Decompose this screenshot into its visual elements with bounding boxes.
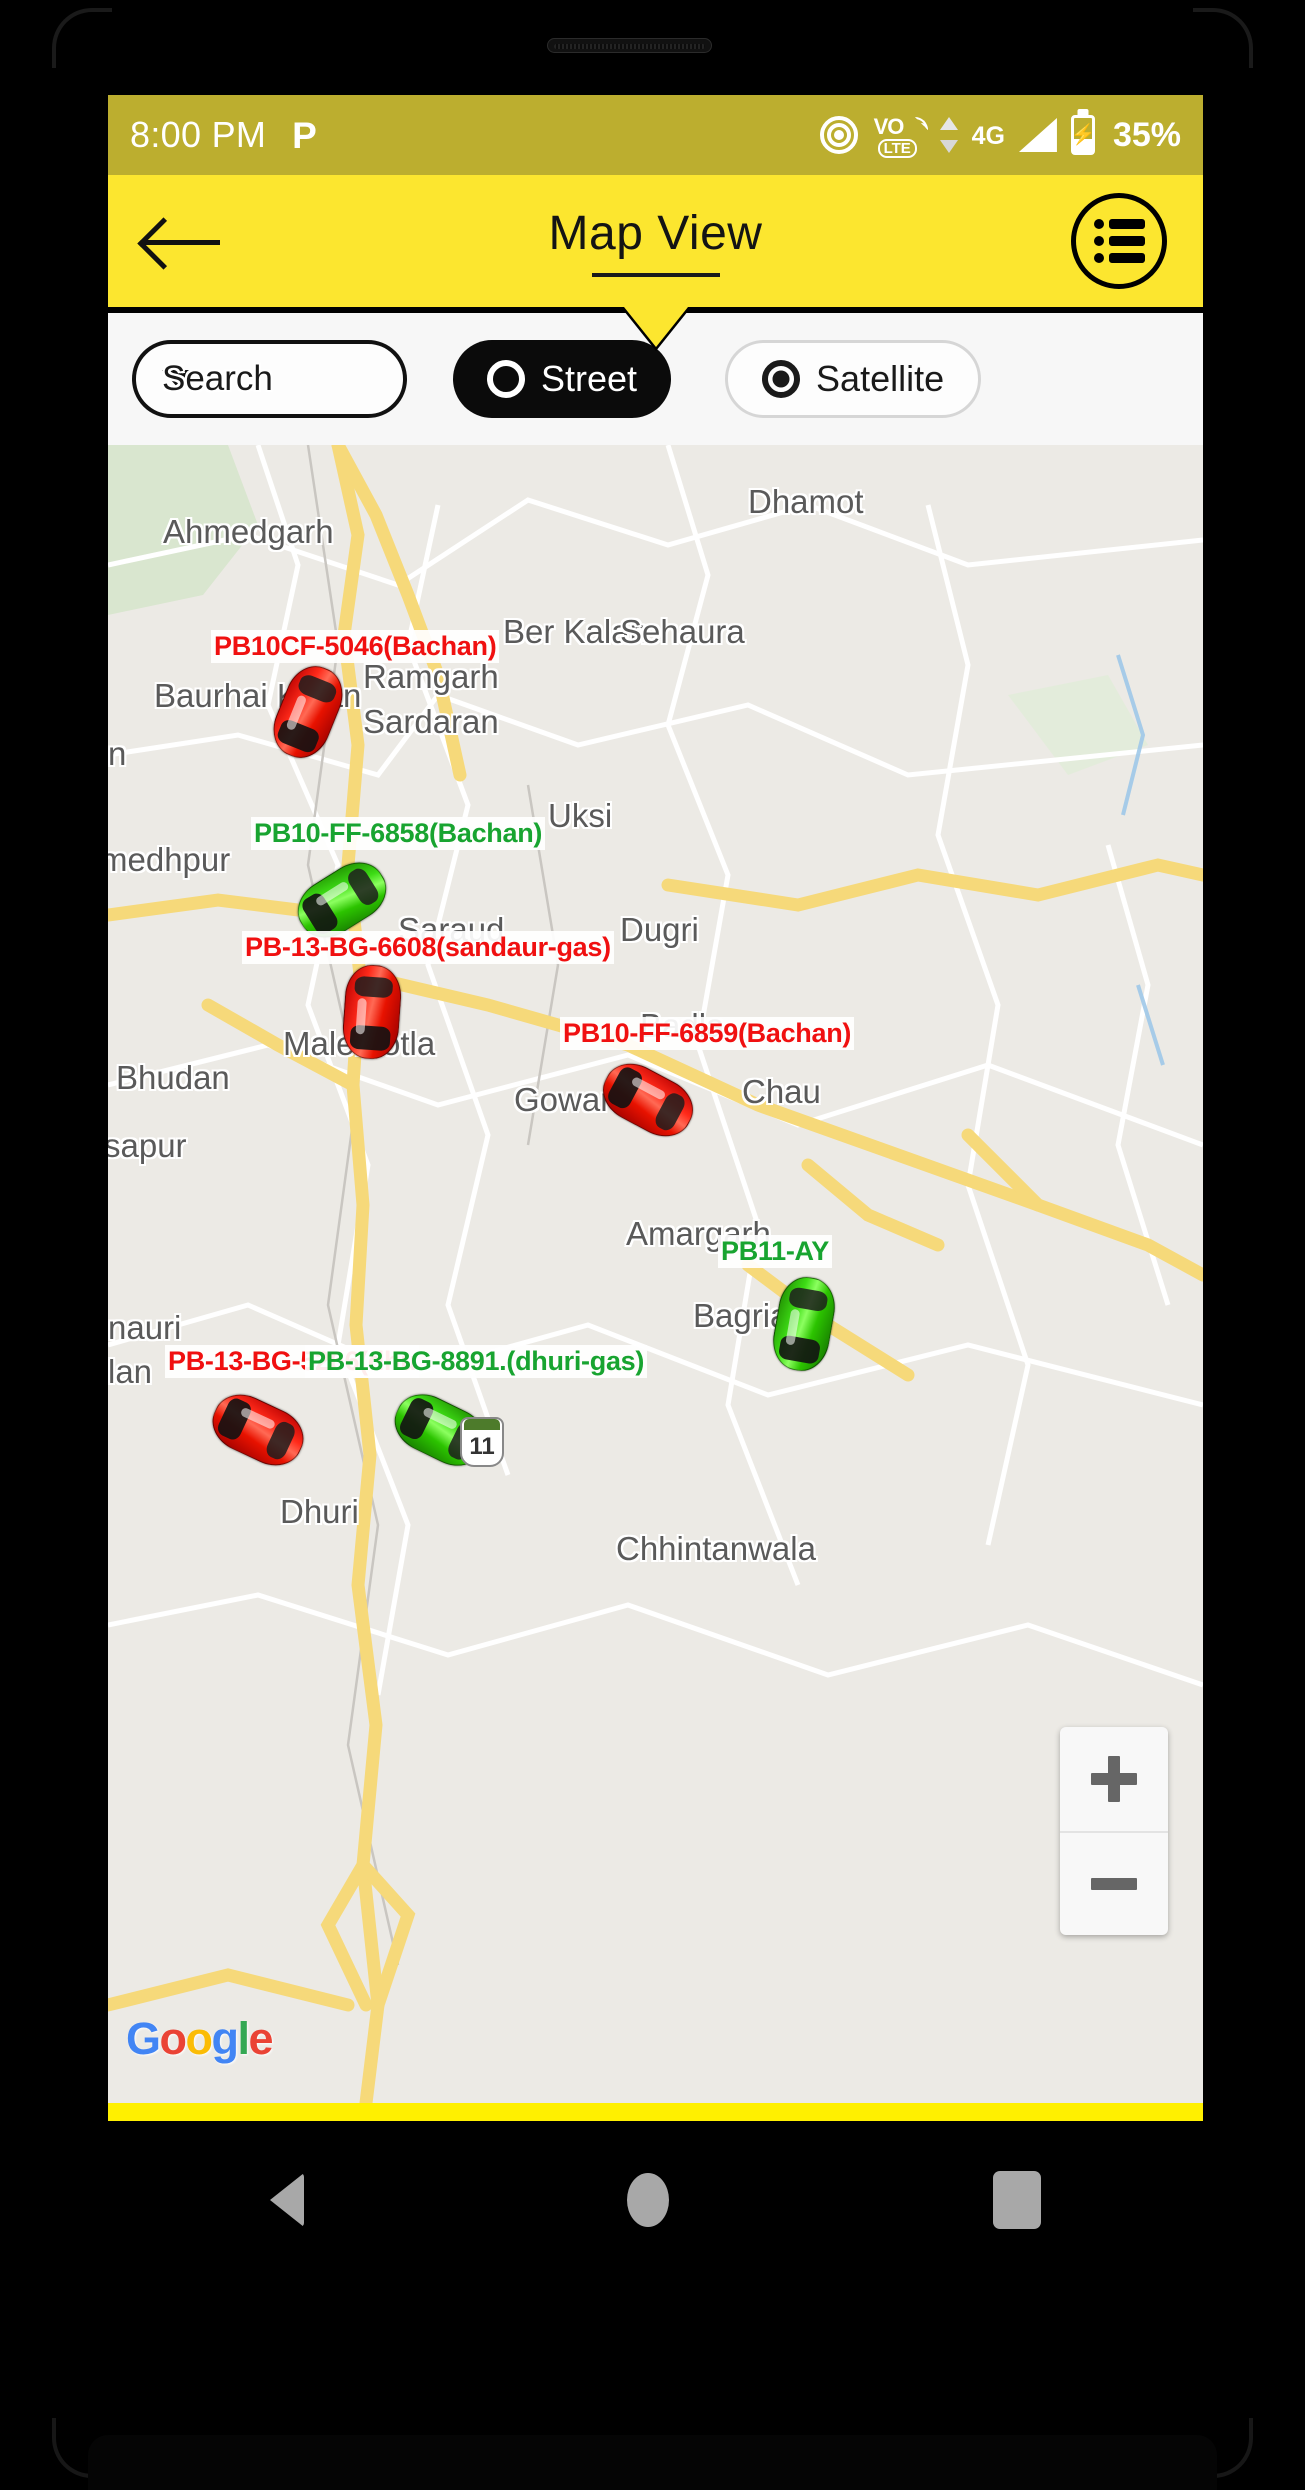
status-bar: 8:00 PM P VO LTE 4G ⚡ 35% [108,95,1203,175]
battery-charging-icon: ⚡ [1070,115,1095,155]
location-p-icon: P [292,114,317,156]
map-place-label: medhpur [108,841,231,878]
zoom-in-button[interactable] [1060,1727,1168,1831]
bezel-corner-right [1193,8,1253,68]
map-zoom-controls [1060,1727,1168,1935]
map-place-label: Bhudan [116,1059,230,1096]
bezel-corner-left [52,8,112,68]
status-bar-clock: 8:00 PM [130,114,267,155]
map-place-label: Chhintanwala [616,1530,816,1567]
vehicle-label[interactable]: PB10-FF-6858(Bachan) [251,817,546,850]
radio-satellite-icon [762,360,801,398]
app-bar-notch [623,307,688,347]
map-place-label: sapur [108,1127,187,1164]
device-bottom-bezel [0,2275,1305,2490]
satellite-label: Satellite [816,358,945,399]
highway-shield-icon: 11 [460,1417,504,1467]
vehicle-label[interactable]: PB10-FF-6859(Bachan) [560,1017,855,1050]
phone-screen: 8:00 PM P VO LTE 4G ⚡ 35% Map View Searc… [108,95,1203,2125]
map-bottom-accent-strip [108,2103,1203,2121]
map-place-label: Uksi [548,797,613,834]
map-type-satellite-button[interactable]: Satellite [725,340,982,418]
battery-percent-label: 35% [1112,115,1181,154]
search-dropdown-label: Search [162,359,273,398]
map-place-label: Sehaura [620,613,745,650]
status-bar-icons: VO LTE 4G ⚡ 35% [818,112,1181,158]
page-title: Map View [548,206,763,260]
vehicle-label[interactable]: PB11-AY [718,1235,832,1268]
page-title-underline [591,272,720,277]
vehicle-marker-icon[interactable] [340,963,404,1061]
google-logo: Google [126,2013,274,2064]
signal-strength-icon [1018,118,1057,152]
map-place-label: Dugri [620,911,699,948]
volte-bottom-label: LTE [877,139,917,158]
data-transfer-icon [939,114,958,156]
earpiece-speaker [547,38,712,53]
vehicle-label[interactable]: PB-13-BG-8891.(dhuri-gas) [305,1345,648,1378]
vehicle-label[interactable]: PB-13-BG-6608(sandaur-gas) [242,931,614,964]
minus-icon [1091,1878,1137,1890]
android-navigation-bar [108,2125,1203,2275]
volte-top-label: VO [873,114,905,139]
page-title-wrap: Map View [108,206,1203,277]
map-canvas[interactable]: Dhamot Ahmedgarh Ber Kalan Sehaura Baurhai K… [108,445,1203,2103]
nav-home-icon[interactable] [627,2173,670,2227]
list-menu-icon[interactable] [1071,193,1167,289]
map-place-label: Dhamot [748,483,864,520]
search-dropdown[interactable]: Search [132,340,407,418]
street-label: Street [541,358,638,399]
plus-icon [1091,1756,1137,1802]
map-place-label: Ramgarh [363,658,499,695]
phone-device: 8:00 PM P VO LTE 4G ⚡ 35% Map View Searc… [0,0,1305,2490]
map-place-label: lan [108,1353,153,1390]
vehicle-label[interactable]: PB10CF-5046(Bachan) [211,630,500,663]
map-place-label: Ahmedgarh [163,513,334,550]
device-top-bezel [0,0,1305,95]
map-place-label: Chau [742,1073,821,1110]
map-place-label: nauri [108,1309,182,1346]
back-arrow-icon[interactable] [144,216,220,266]
radio-street-icon [487,360,525,398]
app-bar: Map View [108,175,1203,347]
map-place-label: Dhuri [280,1493,359,1530]
nav-recents-icon[interactable] [993,2171,1042,2229]
bezel-bottom-edge [88,2435,1217,2490]
network-type-label: 4G [971,122,1005,150]
map-place-label: n [108,735,127,772]
nav-back-icon[interactable] [269,2173,304,2227]
hotspot-icon [818,114,860,156]
map-type-street-button[interactable]: Street [453,340,672,418]
volte-waves-icon [908,112,928,130]
volte-icon: VO LTE [873,112,928,158]
map-place-label: Sardaran [363,703,499,740]
zoom-out-button[interactable] [1060,1831,1168,1935]
